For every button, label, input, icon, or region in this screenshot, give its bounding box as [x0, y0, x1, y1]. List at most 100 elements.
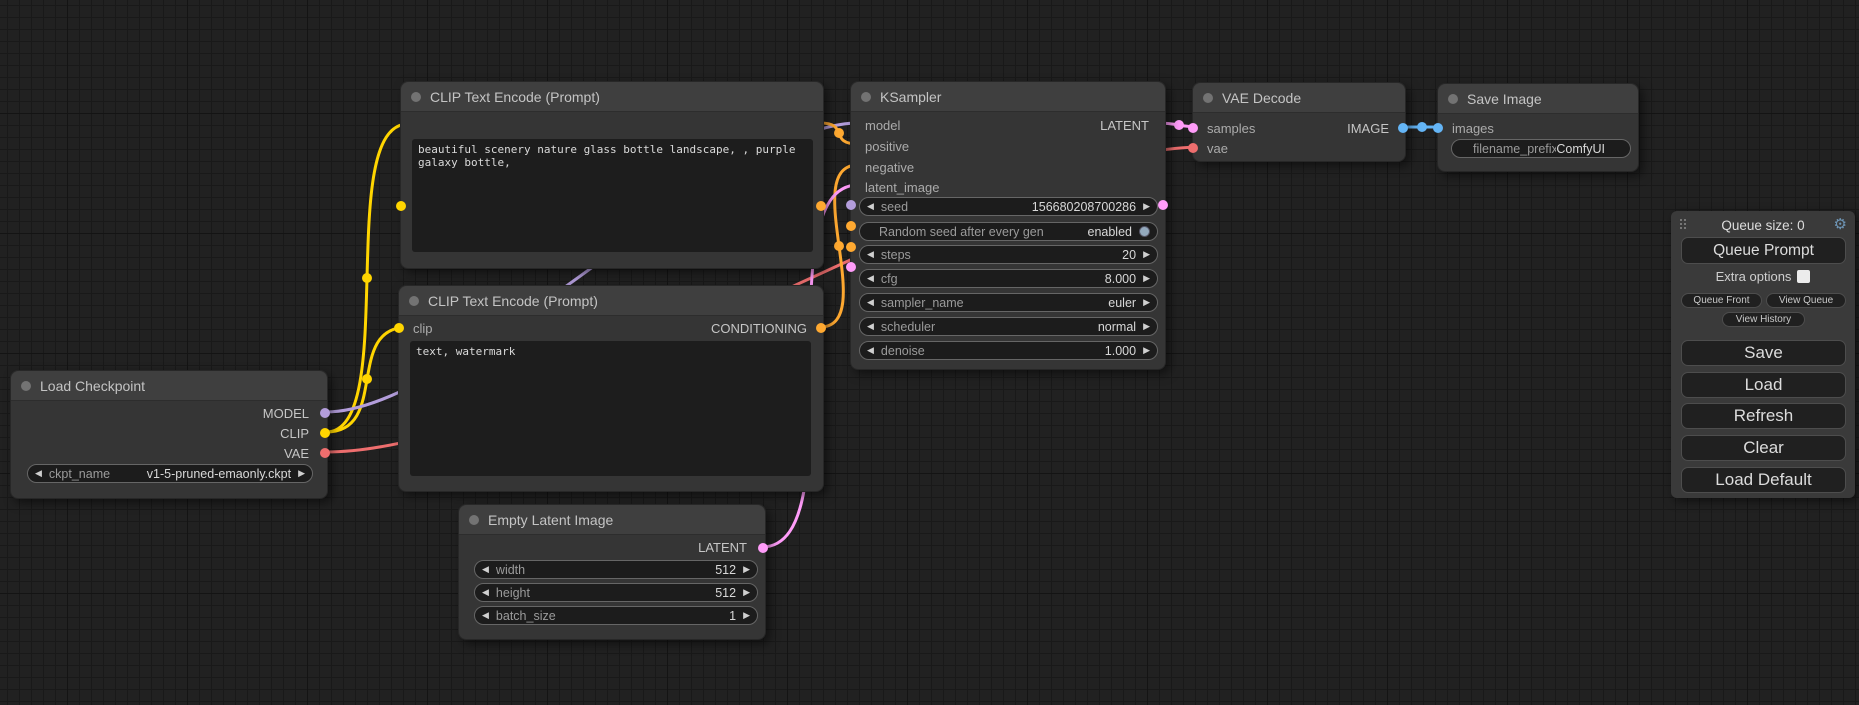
input-slot-clip[interactable]	[396, 201, 406, 211]
load-button[interactable]: Load	[1681, 372, 1846, 398]
node-title-bar[interactable]: KSampler	[851, 82, 1165, 112]
node-title-bar[interactable]: Empty Latent Image	[459, 505, 765, 535]
link-midpoint-dot[interactable]	[1174, 120, 1184, 130]
widget-random-seed-toggle[interactable]: Random seed after every gen enabled	[859, 222, 1158, 241]
widget-seed[interactable]: ◀ seed 156680208700286 ▶	[859, 197, 1158, 216]
widget-value: 512	[715, 586, 736, 600]
widget-filename-prefix[interactable]: filename_prefix ComfyUI	[1451, 139, 1631, 158]
node-ksampler[interactable]: KSampler model LATENT positive negative …	[850, 81, 1166, 370]
widget-value: 1	[729, 609, 736, 623]
collapse-dot-icon[interactable]	[1203, 93, 1213, 103]
clear-button[interactable]: Clear	[1681, 435, 1846, 461]
load-default-button[interactable]: Load Default	[1681, 467, 1846, 493]
input-slot-negative[interactable]	[846, 242, 856, 252]
widget-value: normal	[1098, 320, 1136, 334]
input-slot-positive[interactable]	[846, 221, 856, 231]
input-slot-images[interactable]	[1433, 123, 1443, 133]
output-slot-conditioning[interactable]	[816, 201, 826, 211]
decrement-arrow-icon[interactable]: ◀	[35, 469, 42, 478]
increment-arrow-icon[interactable]: ▶	[1143, 274, 1150, 283]
increment-arrow-icon[interactable]: ▶	[1143, 346, 1150, 355]
node-save-image[interactable]: Save Image images filename_prefix ComfyU…	[1437, 83, 1639, 172]
increment-arrow-icon[interactable]: ▶	[298, 469, 305, 478]
view-queue-button[interactable]: View Queue	[1766, 293, 1846, 308]
increment-arrow-icon[interactable]: ▶	[1143, 298, 1150, 307]
link-midpoint-dot[interactable]	[1417, 122, 1427, 132]
widget-value: v1-5-pruned-emaonly.ckpt	[147, 467, 291, 481]
widget-batch-size[interactable]: ◀ batch_size 1 ▶	[474, 606, 758, 625]
increment-arrow-icon[interactable]: ▶	[743, 588, 750, 597]
node-vae-decode[interactable]: VAE Decode samples IMAGE vae	[1192, 82, 1406, 162]
node-title-bar[interactable]: VAE Decode	[1193, 83, 1405, 113]
collapse-dot-icon[interactable]	[1448, 94, 1458, 104]
widget-steps[interactable]: ◀ steps 20 ▶	[859, 245, 1158, 264]
link-midpoint-dot[interactable]	[362, 374, 372, 384]
queue-prompt-button[interactable]: Queue Prompt	[1681, 237, 1846, 264]
output-slot-model[interactable]	[320, 408, 330, 418]
node-empty-latent-image[interactable]: Empty Latent Image LATENT ◀ width 512 ▶ …	[458, 504, 766, 640]
toggle-enabled-icon[interactable]	[1139, 226, 1150, 237]
node-title-bar[interactable]: Load Checkpoint	[11, 371, 327, 401]
widget-sampler-name[interactable]: ◀ sampler_name euler ▶	[859, 293, 1158, 312]
decrement-arrow-icon[interactable]: ◀	[867, 346, 874, 355]
widget-label: denoise	[881, 344, 925, 358]
link-midpoint-dot[interactable]	[834, 241, 844, 251]
save-button[interactable]: Save	[1681, 340, 1846, 366]
widget-cfg[interactable]: ◀ cfg 8.000 ▶	[859, 269, 1158, 288]
output-label: CONDITIONING	[711, 321, 807, 336]
output-slot-latent[interactable]	[758, 543, 768, 553]
output-slot-vae[interactable]	[320, 448, 330, 458]
node-title-bar[interactable]: CLIP Text Encode (Prompt)	[399, 286, 823, 316]
decrement-arrow-icon[interactable]: ◀	[867, 202, 874, 211]
node-graph-canvas[interactable]: CLIP Text Encode (Prompt) clip CONDITION…	[0, 0, 1859, 705]
input-slot-vae[interactable]	[1188, 143, 1198, 153]
decrement-arrow-icon[interactable]: ◀	[867, 322, 874, 331]
node-title-bar[interactable]: Save Image	[1438, 84, 1638, 114]
increment-arrow-icon[interactable]: ▶	[1143, 250, 1150, 259]
widget-height[interactable]: ◀ height 512 ▶	[474, 583, 758, 602]
input-slot-latent-image[interactable]	[846, 262, 856, 272]
node-load-checkpoint[interactable]: Load Checkpoint MODEL CLIP VAE ◀ ckpt_na…	[10, 370, 328, 499]
decrement-arrow-icon[interactable]: ◀	[867, 298, 874, 307]
output-slot-conditioning[interactable]	[816, 323, 826, 333]
widget-scheduler[interactable]: ◀ scheduler normal ▶	[859, 317, 1158, 336]
increment-arrow-icon[interactable]: ▶	[1143, 202, 1150, 211]
node-clip-text-encode-2[interactable]: CLIP Text Encode (Prompt) clip CONDITION…	[398, 285, 824, 492]
increment-arrow-icon[interactable]: ▶	[743, 611, 750, 620]
view-history-button[interactable]: View History	[1722, 312, 1805, 327]
extra-options-checkbox[interactable]	[1797, 270, 1810, 283]
refresh-button[interactable]: Refresh	[1681, 403, 1846, 429]
collapse-dot-icon[interactable]	[21, 381, 31, 391]
decrement-arrow-icon[interactable]: ◀	[482, 611, 489, 620]
node-title-bar[interactable]: CLIP Text Encode (Prompt)	[401, 82, 823, 112]
collapse-dot-icon[interactable]	[861, 92, 871, 102]
settings-gear-icon[interactable]: ⚙	[1834, 215, 1847, 233]
node-title: Save Image	[1467, 91, 1542, 107]
collapse-dot-icon[interactable]	[409, 296, 419, 306]
input-slot-clip[interactable]	[394, 323, 404, 333]
collapse-dot-icon[interactable]	[469, 515, 479, 525]
input-slot-samples[interactable]	[1188, 123, 1198, 133]
increment-arrow-icon[interactable]: ▶	[1143, 322, 1150, 331]
widget-width[interactable]: ◀ width 512 ▶	[474, 560, 758, 579]
output-slot-clip[interactable]	[320, 428, 330, 438]
node-clip-text-encode-1[interactable]: CLIP Text Encode (Prompt) clip CONDITION…	[400, 81, 824, 269]
decrement-arrow-icon[interactable]: ◀	[867, 274, 874, 283]
decrement-arrow-icon[interactable]: ◀	[867, 250, 874, 259]
link-midpoint-dot[interactable]	[362, 273, 372, 283]
prompt-textarea[interactable]: text, watermark	[410, 341, 811, 476]
increment-arrow-icon[interactable]: ▶	[743, 565, 750, 574]
queue-panel[interactable]: Queue size: 0 ⚙ Queue Prompt Extra optio…	[1671, 211, 1855, 498]
decrement-arrow-icon[interactable]: ◀	[482, 588, 489, 597]
widget-ckpt-name[interactable]: ◀ ckpt_name v1-5-pruned-emaonly.ckpt ▶	[27, 464, 313, 483]
link-midpoint-dot[interactable]	[834, 128, 844, 138]
prompt-textarea[interactable]: beautiful scenery nature glass bottle la…	[412, 139, 813, 252]
collapse-dot-icon[interactable]	[411, 92, 421, 102]
input-slot-model[interactable]	[846, 200, 856, 210]
output-slot-latent[interactable]	[1158, 200, 1168, 210]
queue-front-button[interactable]: Queue Front	[1681, 293, 1762, 308]
widget-label: steps	[881, 248, 911, 262]
output-slot-image[interactable]	[1398, 123, 1408, 133]
widget-denoise[interactable]: ◀ denoise 1.000 ▶	[859, 341, 1158, 360]
decrement-arrow-icon[interactable]: ◀	[482, 565, 489, 574]
